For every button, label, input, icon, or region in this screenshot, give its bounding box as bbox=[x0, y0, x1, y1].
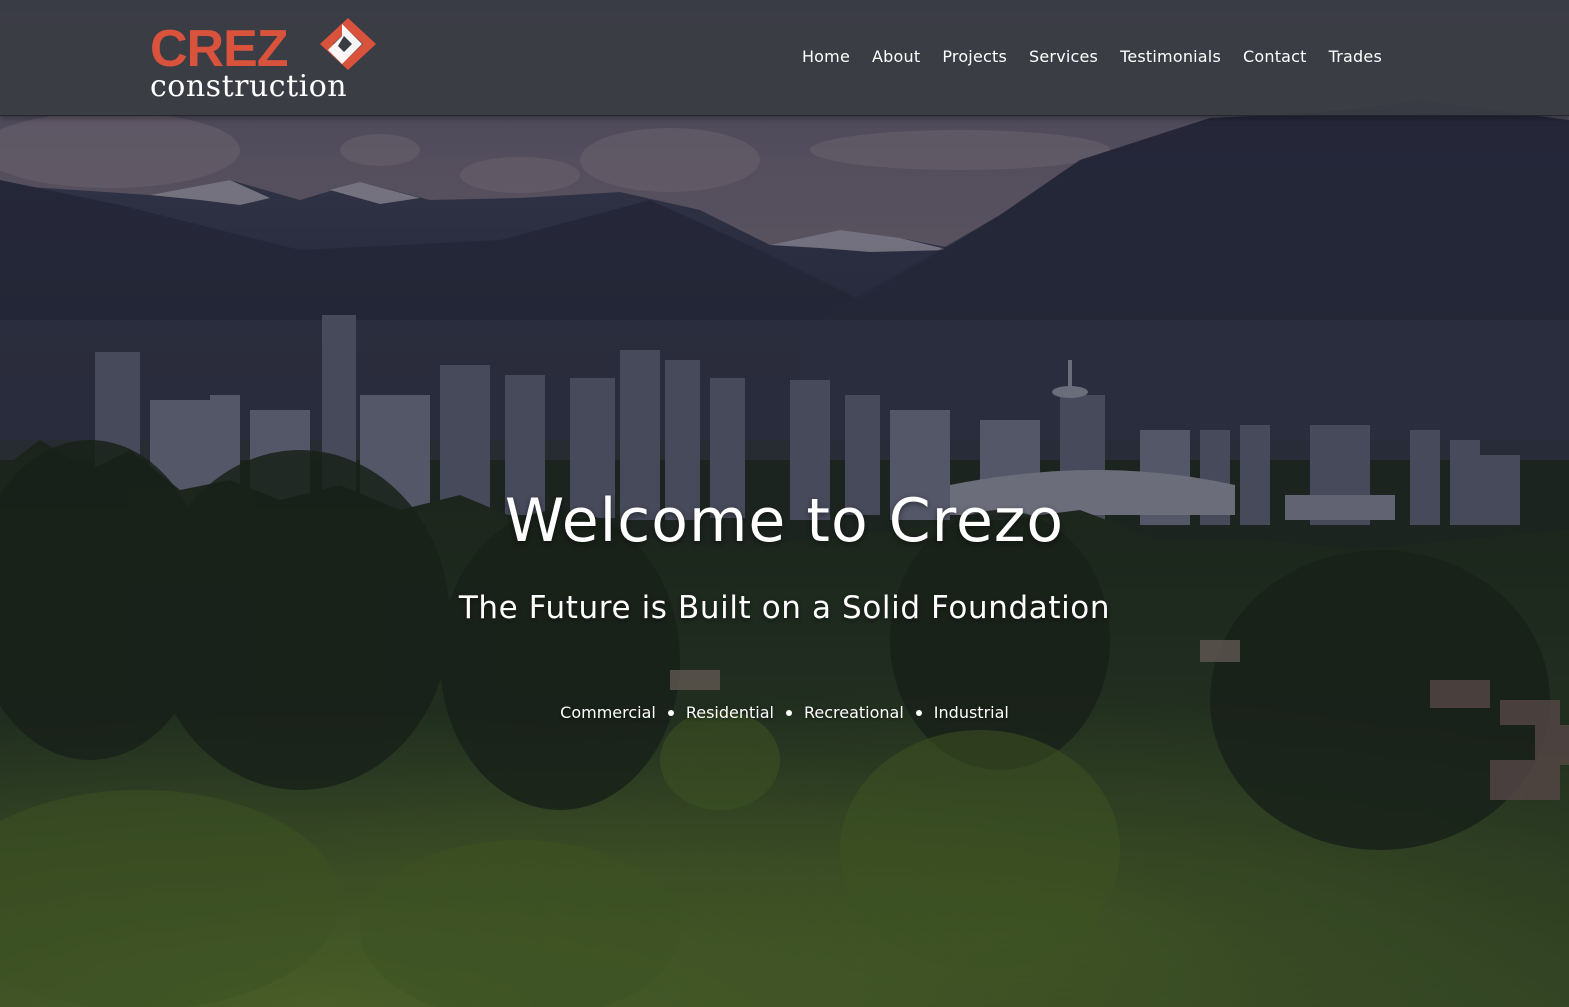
crezo-logo[interactable]: CREZ construction bbox=[150, 18, 395, 100]
nav-item-services[interactable]: Services bbox=[1029, 46, 1098, 68]
page: CREZ construction Home About Projects Se… bbox=[0, 0, 1569, 1007]
sector-industrial: Industrial bbox=[933, 703, 1009, 722]
nav-item-home[interactable]: Home bbox=[802, 46, 850, 68]
nav-item-contact[interactable]: Contact bbox=[1243, 46, 1307, 68]
bullet-dot-icon bbox=[667, 709, 674, 716]
bullet-dot-icon bbox=[785, 709, 792, 716]
sector-commercial: Commercial bbox=[560, 703, 656, 722]
sector-residential: Residential bbox=[685, 703, 774, 722]
main-nav: Home About Projects Services Testimonial… bbox=[802, 46, 1382, 68]
logo-subword: construction bbox=[150, 69, 347, 100]
bullet-dot-icon bbox=[915, 709, 922, 716]
nav-item-testimonials[interactable]: Testimonials bbox=[1120, 46, 1221, 68]
hero-subtitle: The Future is Built on a Solid Foundatio… bbox=[458, 590, 1111, 626]
site-header: CREZ construction Home About Projects Se… bbox=[0, 0, 1569, 116]
nav-item-about[interactable]: About bbox=[872, 46, 920, 68]
nav-item-trades[interactable]: Trades bbox=[1329, 46, 1382, 68]
diamond-logo-icon bbox=[320, 18, 376, 70]
hero-title: Welcome to Crezo bbox=[504, 486, 1065, 556]
sector-list: Commercial Residential Recreational Indu… bbox=[0, 703, 1569, 722]
nav-item-projects[interactable]: Projects bbox=[942, 46, 1007, 68]
sector-recreational: Recreational bbox=[803, 703, 904, 722]
